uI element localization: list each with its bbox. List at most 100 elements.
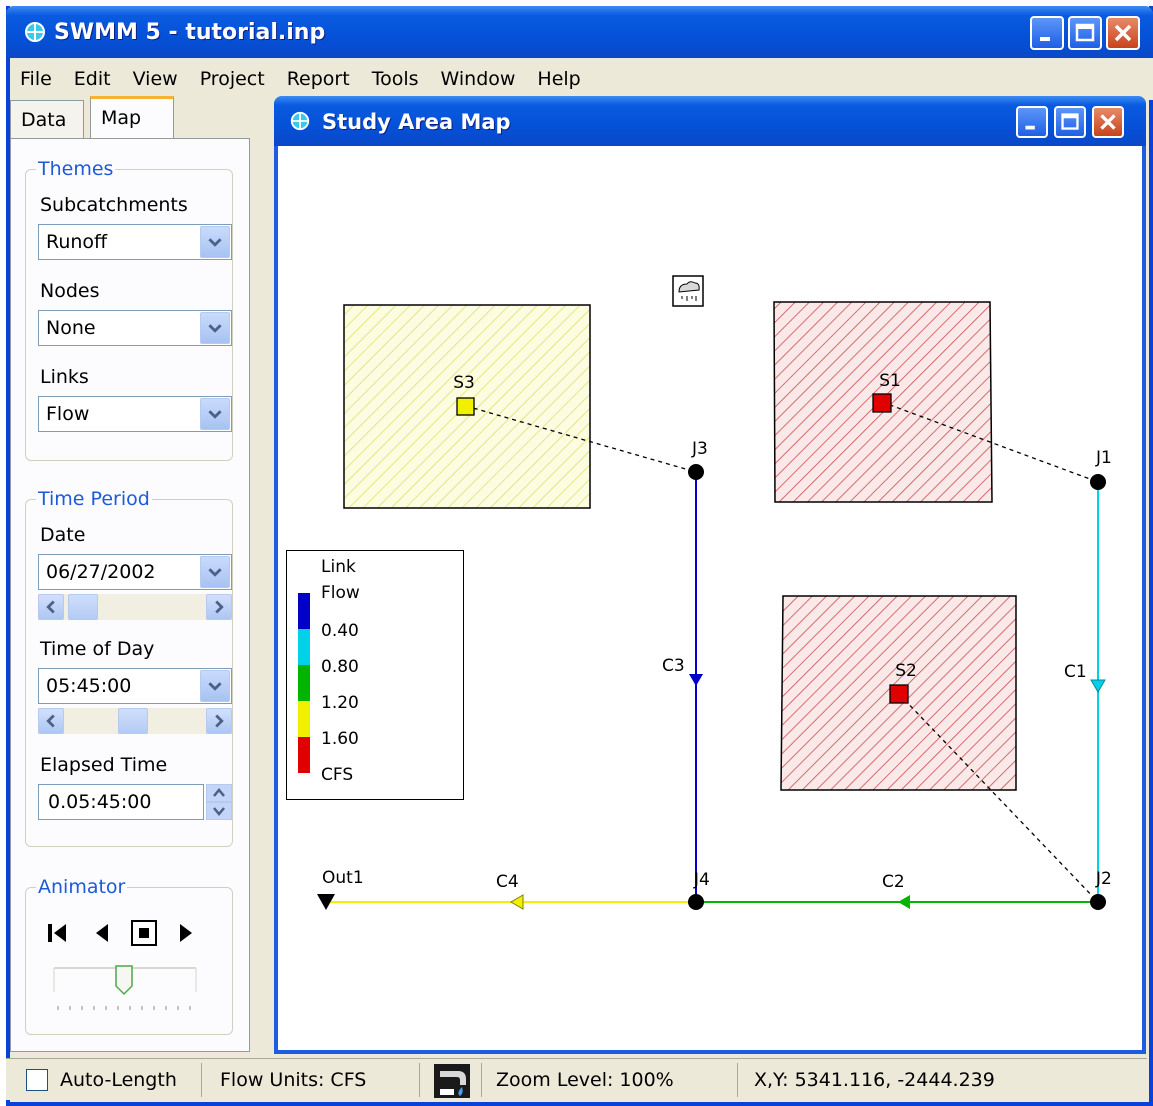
map-canvas[interactable]: S3 S1 S2 J3 J1 J4 J2 Out1 C3 C1 C2 C4 Li…	[282, 150, 1138, 1046]
chevron-down-icon[interactable]	[200, 226, 230, 258]
themes-title: Themes	[36, 158, 116, 180]
auto-length-section: Auto-Length	[6, 1063, 202, 1097]
legend-title-flow: Flow	[321, 583, 360, 603]
links-label: Links	[40, 366, 89, 388]
label-c3: C3	[662, 656, 685, 676]
coordinates-text: X,Y: 5341.116, -2444.239	[754, 1069, 995, 1091]
chevron-down-icon[interactable]	[200, 556, 230, 588]
legend-units: CFS	[321, 765, 354, 785]
animator-title: Animator	[36, 876, 128, 898]
date-select[interactable]: 06/27/2002	[38, 554, 232, 590]
maximize-icon	[1061, 113, 1079, 130]
menu-window[interactable]: Window	[441, 68, 516, 90]
menu-help[interactable]: Help	[537, 68, 580, 90]
map-title-bar[interactable]: Study Area Map	[274, 96, 1146, 146]
nodes-label: Nodes	[40, 280, 100, 302]
animator-controls	[48, 920, 192, 946]
label-j1: J1	[1095, 448, 1112, 468]
spinner-arrows-icon[interactable]	[206, 784, 232, 820]
date-scroll-thumb[interactable]	[68, 594, 98, 620]
stop-icon	[131, 920, 157, 946]
legend-swatch-blue	[298, 593, 310, 629]
legend-value: 0.40	[321, 621, 359, 641]
maximize-button[interactable]	[1068, 16, 1102, 50]
flow-arrow-c3	[689, 674, 703, 686]
junction-j4	[688, 894, 704, 910]
elapsed-time-field[interactable]: 0.05:45:00	[38, 784, 204, 820]
elapsed-time-spinner[interactable]	[206, 784, 232, 820]
label-c2: C2	[882, 872, 905, 892]
map-maximize-button[interactable]	[1054, 106, 1086, 138]
swmm-app-icon	[25, 22, 45, 42]
time-of-day-select[interactable]: 05:45:00	[38, 668, 232, 704]
title-bar[interactable]: SWMM 5 - tutorial.inp	[6, 6, 1153, 58]
junction-j1	[1090, 474, 1106, 490]
rewind-icon	[48, 924, 66, 942]
label-j2: J2	[1095, 869, 1112, 889]
app-title: SWMM 5 - tutorial.inp	[54, 20, 326, 45]
chevron-down-icon[interactable]	[200, 312, 230, 344]
legend-swatch-yellow	[298, 701, 310, 737]
flow-legend[interactable]: Link Flow 0.40 0.80 1.20 1.60 CFS	[286, 550, 464, 800]
menu-project[interactable]: Project	[200, 68, 265, 90]
minimize-button[interactable]	[1030, 16, 1064, 50]
animator-group: Animator	[25, 876, 233, 1035]
links-select[interactable]: Flow	[38, 396, 232, 432]
centroid-s3	[456, 397, 475, 416]
date-scrollbar[interactable]	[38, 594, 232, 620]
scroll-left-icon[interactable]	[38, 708, 64, 734]
label-out1: Out1	[322, 868, 364, 888]
menu-tools[interactable]: Tools	[372, 68, 419, 90]
scroll-left-icon[interactable]	[38, 594, 64, 620]
menu-report[interactable]: Report	[287, 68, 350, 90]
legend-value: 1.60	[321, 729, 359, 749]
subcatchments-select[interactable]: Runoff	[38, 224, 232, 260]
close-button[interactable]	[1106, 16, 1140, 50]
chevron-down-icon[interactable]	[200, 398, 230, 430]
minimize-icon	[1025, 125, 1035, 130]
label-s3: S3	[453, 373, 475, 393]
auto-length-label: Auto-Length	[60, 1069, 177, 1091]
legend-value: 1.20	[321, 693, 359, 713]
run-status-icon[interactable]	[432, 1063, 472, 1099]
date-value: 06/27/2002	[46, 561, 156, 583]
subcatchments-label: Subcatchments	[40, 194, 188, 216]
menu-bar: File Edit View Project Report Tools Wind…	[10, 58, 1153, 100]
scroll-right-icon[interactable]	[206, 708, 232, 734]
close-icon	[1114, 24, 1132, 42]
map-minimize-button[interactable]	[1016, 106, 1048, 138]
date-label: Date	[40, 524, 86, 546]
time-period-title: Time Period	[36, 488, 152, 510]
coordinates-section: X,Y: 5341.116, -2444.239	[740, 1063, 1147, 1097]
map-close-button[interactable]	[1092, 106, 1124, 138]
label-j3: J3	[691, 439, 708, 459]
tab-data[interactable]: Data	[10, 100, 84, 138]
legend-swatch-cyan	[298, 629, 310, 665]
label-c1: C1	[1064, 662, 1087, 682]
label-c4: C4	[496, 872, 519, 892]
centroid-s1	[872, 393, 892, 413]
menu-edit[interactable]: Edit	[74, 68, 111, 90]
zoom-level-text: Zoom Level: 100%	[496, 1069, 674, 1091]
time-scroll-thumb[interactable]	[118, 708, 148, 734]
nodes-select[interactable]: None	[38, 310, 232, 346]
legend-color-bar	[298, 593, 310, 773]
junction-j2	[1090, 894, 1106, 910]
animation-speed-slider[interactable]	[50, 964, 200, 1014]
auto-length-checkbox[interactable]	[26, 1069, 48, 1091]
chevron-down-icon[interactable]	[200, 670, 230, 702]
elapsed-time-label: Elapsed Time	[40, 754, 168, 776]
legend-swatch-green	[298, 665, 310, 701]
tab-map[interactable]: Map	[90, 96, 174, 139]
elapsed-time-value: 0.05:45:00	[48, 791, 152, 813]
map-title: Study Area Map	[322, 110, 511, 134]
menu-view[interactable]: View	[133, 68, 178, 90]
play-icon	[180, 924, 192, 942]
flow-arrow-c2	[898, 895, 910, 909]
time-scrollbar[interactable]	[38, 708, 232, 734]
menu-file[interactable]: File	[20, 68, 52, 90]
browser-panel: Data Map Themes Subcatchments Runoff Nod…	[6, 96, 254, 1052]
legend-swatch-red	[298, 737, 310, 773]
subcatchments-value: Runoff	[46, 231, 108, 253]
scroll-right-icon[interactable]	[206, 594, 232, 620]
